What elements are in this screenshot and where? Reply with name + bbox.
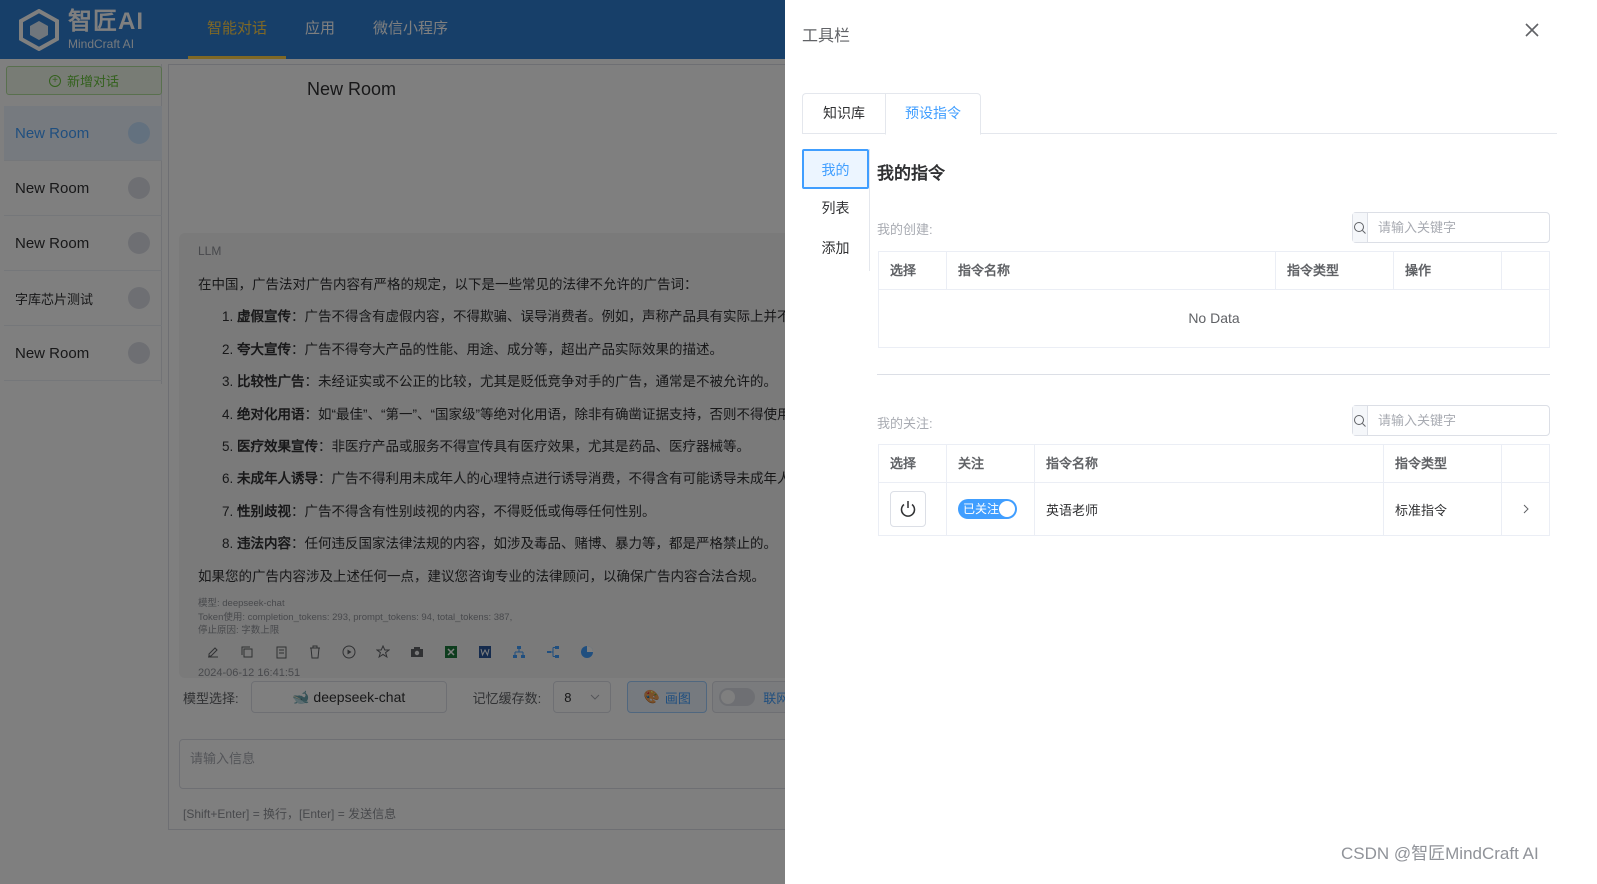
column-header (1502, 252, 1549, 289)
search-icon (1354, 221, 1366, 234)
panel-title: 我的指令 (877, 164, 945, 183)
column-header: 选择 (879, 252, 947, 289)
table-header: 选择 关注 指令名称 指令类型 (879, 445, 1549, 483)
search-button[interactable] (1353, 213, 1368, 242)
created-label: 我的创建: (877, 222, 933, 237)
search-button[interactable] (1353, 406, 1368, 435)
drawer-tabs: 知识库 预设指令 (802, 93, 1557, 135)
drawer-title: 工具栏 (802, 28, 851, 45)
column-header (1502, 445, 1549, 482)
side-item-add[interactable]: 添加 (802, 229, 869, 269)
select-cell (879, 483, 947, 535)
side-item-mine[interactable]: 我的 (802, 149, 869, 189)
expand-cell[interactable] (1502, 483, 1549, 535)
command-type: 标准指令 (1384, 483, 1502, 535)
command-name: 英语老师 (1035, 483, 1384, 535)
close-icon[interactable] (1523, 21, 1541, 39)
follow-switch[interactable]: 已关注 (958, 499, 1017, 519)
followed-search (1352, 405, 1564, 436)
follow-cell: 已关注 (947, 483, 1035, 535)
side-item-list[interactable]: 列表 (802, 189, 869, 229)
created-table: 选择 指令名称 指令类型 操作 No Data (878, 251, 1550, 348)
chevron-right-icon (1523, 504, 1529, 514)
column-header: 选择 (879, 445, 947, 482)
column-header: 指令类型 (1384, 445, 1502, 482)
power-icon (900, 501, 916, 517)
tab-knowledge-base[interactable]: 知识库 (802, 93, 885, 134)
created-search (1352, 212, 1564, 243)
column-header: 指令类型 (1276, 252, 1394, 289)
column-header: 指令名称 (1035, 445, 1384, 482)
watermark: CSDN @智匠MindCraft AI (1341, 844, 1539, 863)
empty-state: No Data (1188, 310, 1240, 326)
followed-table: 选择 关注 指令名称 指令类型 已关注 英语老师 标准指令 (878, 444, 1550, 536)
follow-label: 已关注 (963, 502, 1000, 516)
column-header: 指令名称 (947, 252, 1276, 289)
section-divider (877, 374, 1550, 375)
column-header: 操作 (1394, 252, 1502, 289)
switch-knob (999, 501, 1015, 517)
search-icon (1354, 414, 1366, 427)
created-search-input[interactable] (1368, 213, 1564, 242)
select-button[interactable] (890, 491, 926, 527)
table-header: 选择 指令名称 指令类型 操作 (879, 252, 1549, 290)
command-side-menu: 我的 列表 添加 (802, 149, 870, 271)
followed-search-input[interactable] (1368, 406, 1564, 435)
table-row[interactable]: 已关注 英语老师 标准指令 (879, 483, 1549, 535)
tab-preset-commands[interactable]: 预设指令 (885, 93, 981, 135)
column-header: 关注 (947, 445, 1035, 482)
followed-label: 我的关注: (877, 416, 933, 431)
toolbar-drawer: 工具栏 知识库 预设指令 我的 列表 添加 我的指令 我的创建: 选择 指令名称… (785, 0, 1597, 884)
